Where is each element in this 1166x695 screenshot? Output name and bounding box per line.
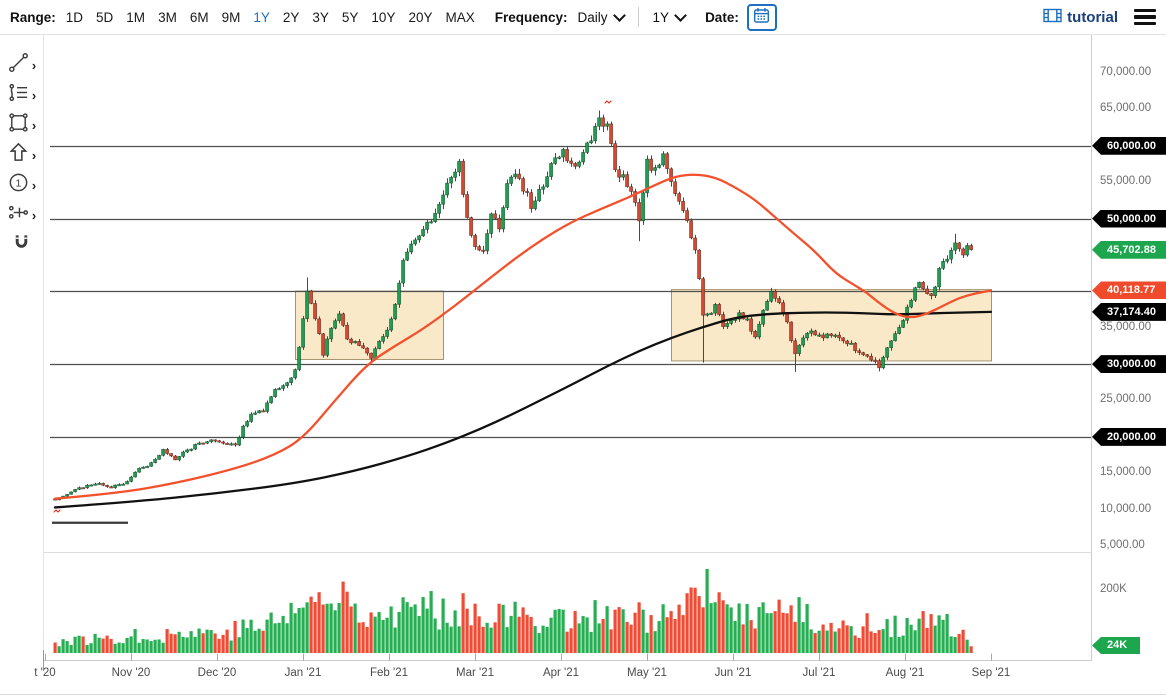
fibonacci-tool[interactable]: ›	[0, 80, 43, 110]
range-options: 1D 5D 1M 3M 6M 9M 1Y 2Y 3Y 5Y 10Y 20Y MAX	[66, 10, 475, 25]
svg-text:1: 1	[15, 177, 21, 189]
price-tick-label: 55,000.00	[1100, 175, 1151, 187]
price-badge: 30,000.00	[1092, 355, 1166, 373]
month-label: Sep '21	[961, 667, 1021, 679]
month-label: Feb '21	[359, 667, 419, 679]
month-label: Jul '21	[789, 667, 849, 679]
chart-canvas[interactable]	[43, 35, 1092, 661]
price-tick-label: 25,000.00	[1100, 393, 1151, 405]
month-label: Jun '21	[703, 667, 763, 679]
date-label: Date:	[705, 10, 739, 25]
price-badge: 50,000.00	[1092, 210, 1166, 228]
fibonacci-tool-icon	[7, 81, 30, 109]
shape-tool[interactable]: ›	[0, 110, 43, 140]
measure-levels-tool[interactable]: ›	[0, 200, 43, 230]
film-icon	[1043, 8, 1062, 27]
annotation-number-tool-icon: 1	[7, 171, 30, 199]
range-option-max[interactable]: MAX	[445, 10, 474, 25]
arrow-tool-icon	[7, 141, 30, 169]
price-badge: 40,118.77	[1092, 281, 1166, 299]
drawing-tools-sidebar: ››››1››	[0, 50, 43, 260]
range-option-20y[interactable]: 20Y	[408, 10, 432, 25]
tool-expand-chevron: ›	[32, 209, 36, 222]
price-tick-label: 10,000.00	[1100, 503, 1151, 515]
range-option-2y[interactable]: 2Y	[283, 10, 300, 25]
period-dropdown[interactable]: 1Y	[653, 10, 686, 25]
frequency-dropdown[interactable]: Daily	[578, 10, 624, 25]
range-option-9m[interactable]: 9M	[222, 10, 241, 25]
month-label: Apr '21	[531, 667, 591, 679]
tutorial-link[interactable]: tutorial	[1043, 8, 1118, 27]
frequency-value: Daily	[578, 10, 608, 25]
month-label: Jan '21	[273, 667, 333, 679]
month-label: Dec '20	[187, 667, 247, 679]
measure-levels-tool-icon	[7, 201, 30, 229]
tool-expand-chevron: ›	[32, 179, 36, 192]
magnet-tool-icon	[10, 231, 33, 259]
volume-last-badge: 24K	[1092, 637, 1140, 654]
charting-app: Range: 1D 5D 1M 3M 6M 9M 1Y 2Y 3Y 5Y 10Y 20Y MAX Fre…	[0, 0, 1166, 695]
shape-tool-icon	[7, 111, 30, 139]
price-badge: 45,702.88	[1092, 241, 1166, 259]
price-tick-label: 15,000.00	[1100, 466, 1151, 478]
volume-axis-tick: 200K	[1100, 583, 1127, 595]
price-tick-label: 35,000.00	[1100, 321, 1151, 333]
month-label: Mar '21	[445, 667, 505, 679]
price-tick-label: 70,000.00	[1100, 66, 1151, 78]
magnet-tool[interactable]	[0, 230, 43, 260]
trend-line-tool-icon	[7, 51, 30, 79]
brand-label: tutorial	[1067, 9, 1118, 26]
frequency-label: Frequency:	[495, 10, 568, 25]
price-badge: 60,000.00	[1092, 137, 1166, 155]
range-option-5y[interactable]: 5Y	[342, 10, 359, 25]
price-tick-label: 5,000.00	[1100, 539, 1145, 551]
tool-expand-chevron: ›	[32, 89, 36, 102]
toolbar-divider	[638, 7, 639, 27]
tool-expand-chevron: ›	[32, 119, 36, 132]
tool-expand-chevron: ›	[32, 149, 36, 162]
arrow-tool[interactable]: ›	[0, 140, 43, 170]
chevron-down-icon	[613, 9, 626, 22]
range-option-1d[interactable]: 1D	[66, 10, 83, 25]
range-label: Range:	[10, 10, 56, 25]
price-badge: 37,174.40	[1092, 303, 1166, 321]
top-toolbar: Range: 1D 5D 1M 3M 6M 9M 1Y 2Y 3Y 5Y 10Y 20Y MAX Fre…	[0, 0, 1166, 35]
price-tick-label: 65,000.00	[1100, 102, 1151, 114]
range-option-1m[interactable]: 1M	[126, 10, 145, 25]
range-option-10y[interactable]: 10Y	[371, 10, 395, 25]
price-badge: 20,000.00	[1092, 428, 1166, 446]
range-option-5d[interactable]: 5D	[96, 10, 113, 25]
month-label: May '21	[617, 667, 677, 679]
calendar-icon	[753, 7, 770, 27]
menu-button[interactable]	[1134, 9, 1156, 25]
period-value: 1Y	[653, 10, 670, 25]
chevron-down-icon	[674, 9, 687, 22]
month-label: Aug '21	[875, 667, 935, 679]
range-option-3y[interactable]: 3Y	[312, 10, 329, 25]
range-option-6m[interactable]: 6M	[190, 10, 209, 25]
range-option-3m[interactable]: 3M	[158, 10, 177, 25]
annotation-number-tool[interactable]: 1›	[0, 170, 43, 200]
tool-expand-chevron: ›	[32, 59, 36, 72]
month-label: Nov '20	[101, 667, 161, 679]
date-picker-button[interactable]	[747, 4, 777, 31]
month-label: t '20	[15, 667, 75, 679]
range-option-1y[interactable]: 1Y	[253, 10, 270, 25]
trend-line-tool[interactable]: ›	[0, 50, 43, 80]
